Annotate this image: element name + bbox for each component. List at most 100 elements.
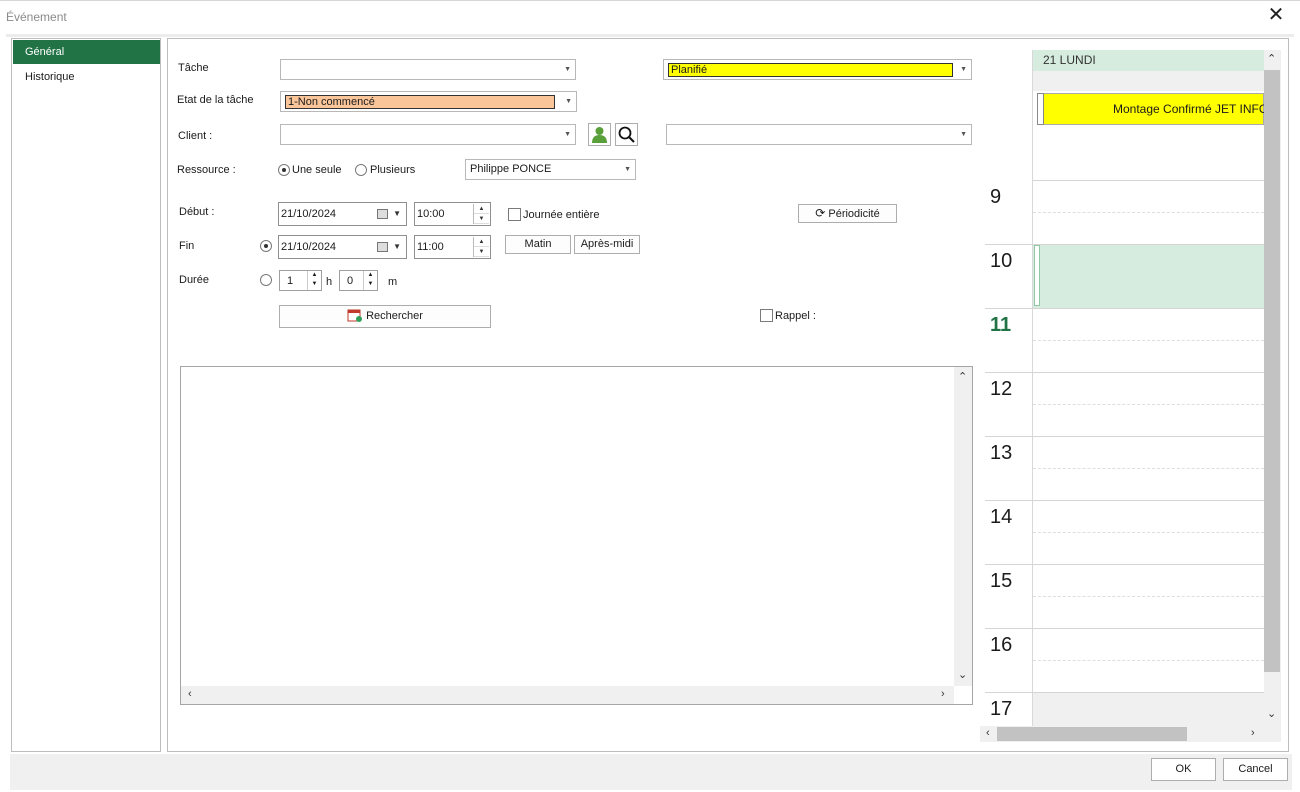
calendar-event-title: Montage Confirmé JET INFO bbox=[1113, 102, 1269, 116]
duree-minutes-field[interactable]: 0 ▲ ▼ bbox=[339, 270, 378, 291]
spin-down-icon[interactable]: ▼ bbox=[364, 280, 377, 289]
hour-label-current: 11 bbox=[990, 314, 1012, 336]
spin-up-icon[interactable]: ▲ bbox=[474, 204, 489, 214]
statut-select[interactable]: Planifié ▼ bbox=[663, 59, 972, 80]
statut-value: Planifié bbox=[668, 63, 953, 77]
journee-entiere-checkbox[interactable] bbox=[508, 208, 521, 221]
fin-label: Fin bbox=[179, 240, 195, 252]
calendar-day-header[interactable]: 21 LUNDI bbox=[1033, 50, 1264, 71]
title-separator bbox=[6, 34, 1294, 37]
close-button[interactable]: ✕ bbox=[1264, 4, 1288, 28]
half-hour-line bbox=[1033, 340, 1264, 341]
rechercher-button[interactable]: Rechercher bbox=[279, 305, 491, 328]
etat-label: Etat de la tâche bbox=[177, 94, 254, 106]
radio-une-seule[interactable] bbox=[278, 164, 290, 176]
scroll-up-icon[interactable]: ⌃ bbox=[958, 370, 967, 383]
ok-button[interactable]: OK bbox=[1151, 758, 1216, 781]
scroll-down-icon[interactable]: ⌄ bbox=[1267, 707, 1276, 720]
hour-line bbox=[985, 692, 1033, 693]
scroll-right-icon[interactable]: › bbox=[941, 688, 945, 700]
hour-label: 10 bbox=[990, 250, 1013, 272]
hour-label: 14 bbox=[990, 506, 1013, 528]
periodicite-button[interactable]: ⟳ Périodicité bbox=[798, 204, 897, 223]
hours-spinner[interactable]: ▲ ▼ bbox=[307, 271, 321, 290]
duree-hours-field[interactable]: 1 ▲ ▼ bbox=[279, 270, 322, 291]
hour-label: 9 bbox=[990, 186, 1002, 208]
periodicite-label: Périodicité bbox=[828, 208, 880, 220]
debut-date-field[interactable]: 21/10/2024 ▼ bbox=[278, 202, 407, 226]
hour-line bbox=[985, 628, 1033, 629]
calendar-icon[interactable] bbox=[377, 209, 388, 219]
calendar-icon[interactable] bbox=[377, 242, 388, 252]
client-contact-select[interactable]: ▼ bbox=[666, 124, 972, 145]
half-hour-line bbox=[1033, 596, 1264, 597]
fin-date-field[interactable]: 21/10/2024 ▼ bbox=[278, 235, 407, 259]
calendar-off-hours bbox=[1033, 692, 1264, 727]
duree-hours-value: 1 bbox=[287, 275, 294, 287]
client-contact-button[interactable] bbox=[588, 123, 611, 146]
event-status-bar bbox=[1037, 93, 1044, 125]
nav-item-historique[interactable]: Historique bbox=[13, 65, 160, 89]
time-spinner[interactable]: ▲ ▼ bbox=[473, 237, 489, 257]
person-icon bbox=[592, 127, 607, 143]
refresh-icon: ⟳ bbox=[815, 206, 826, 220]
fin-time-field[interactable]: 11:00 ▲ ▼ bbox=[414, 235, 491, 259]
chevron-down-icon: ▼ bbox=[960, 66, 967, 73]
hour-line bbox=[985, 436, 1033, 437]
time-spinner[interactable]: ▲ ▼ bbox=[473, 204, 489, 224]
radio-plusieurs[interactable] bbox=[355, 164, 367, 176]
spin-up-icon[interactable]: ▲ bbox=[308, 271, 321, 280]
notes-vertical-scrollbar[interactable] bbox=[954, 367, 972, 686]
radio-une-seule-label: Une seule bbox=[292, 164, 342, 176]
hour-label: 16 bbox=[990, 634, 1013, 656]
chevron-down-icon[interactable]: ▼ bbox=[393, 242, 401, 251]
minutes-spinner[interactable]: ▲ ▼ bbox=[363, 271, 377, 290]
debut-time-field[interactable]: 10:00 ▲ ▼ bbox=[414, 202, 491, 226]
etat-value: 1-Non commencé bbox=[285, 95, 555, 109]
hour-line bbox=[1033, 500, 1264, 501]
rechercher-label: Rechercher bbox=[366, 310, 423, 322]
duree-minutes-value: 0 bbox=[347, 275, 354, 287]
apres-midi-button[interactable]: Après-midi bbox=[574, 235, 640, 254]
scroll-left-icon[interactable]: ‹ bbox=[188, 688, 192, 700]
nav-item-general[interactable]: Général bbox=[13, 40, 160, 64]
half-hour-line bbox=[1033, 212, 1264, 213]
notes-textarea[interactable] bbox=[180, 366, 973, 705]
tache-label: Tâche bbox=[178, 62, 209, 74]
hour-line bbox=[1033, 308, 1264, 309]
etat-select[interactable]: 1-Non commencé ▼ bbox=[280, 91, 577, 112]
chevron-down-icon[interactable]: ▼ bbox=[393, 209, 401, 218]
hour-line bbox=[1033, 244, 1264, 245]
scroll-left-icon[interactable]: ‹ bbox=[986, 727, 990, 739]
selected-slot-bar bbox=[1034, 245, 1040, 306]
hour-line bbox=[985, 372, 1033, 373]
matin-button[interactable]: Matin bbox=[505, 235, 571, 254]
chevron-down-icon: ▼ bbox=[960, 131, 967, 138]
tache-select[interactable]: ▼ bbox=[280, 59, 576, 80]
hour-label: 15 bbox=[990, 570, 1013, 592]
hour-label: 12 bbox=[990, 378, 1013, 400]
calendar-selected-slot[interactable] bbox=[1033, 244, 1264, 308]
calendar-vertical-scroll-thumb[interactable] bbox=[1264, 70, 1280, 672]
hour-line bbox=[1033, 628, 1264, 629]
scroll-right-icon[interactable]: › bbox=[1251, 727, 1255, 739]
client-select[interactable]: ▼ bbox=[280, 124, 576, 145]
calendar-horizontal-scroll-thumb[interactable] bbox=[997, 727, 1187, 741]
all-day-area[interactable] bbox=[1033, 71, 1264, 91]
rappel-checkbox[interactable] bbox=[760, 309, 773, 322]
minutes-unit: m bbox=[388, 276, 398, 288]
spin-up-icon[interactable]: ▲ bbox=[364, 271, 377, 280]
ressource-select[interactable]: Philippe PONCE ▼ bbox=[465, 159, 636, 180]
notes-horizontal-scrollbar[interactable] bbox=[181, 686, 954, 704]
spin-down-icon[interactable]: ▼ bbox=[308, 280, 321, 289]
hour-line bbox=[1033, 692, 1264, 693]
scroll-up-icon[interactable]: ⌃ bbox=[1267, 52, 1276, 65]
client-search-button[interactable] bbox=[615, 123, 638, 146]
spin-down-icon[interactable]: ▼ bbox=[474, 214, 489, 224]
spin-up-icon[interactable]: ▲ bbox=[474, 237, 489, 247]
spin-down-icon[interactable]: ▼ bbox=[474, 247, 489, 257]
radio-fin[interactable] bbox=[260, 240, 272, 252]
scroll-down-icon[interactable]: ⌄ bbox=[958, 668, 967, 681]
cancel-button[interactable]: Cancel bbox=[1223, 758, 1288, 781]
radio-duree[interactable] bbox=[260, 274, 272, 286]
